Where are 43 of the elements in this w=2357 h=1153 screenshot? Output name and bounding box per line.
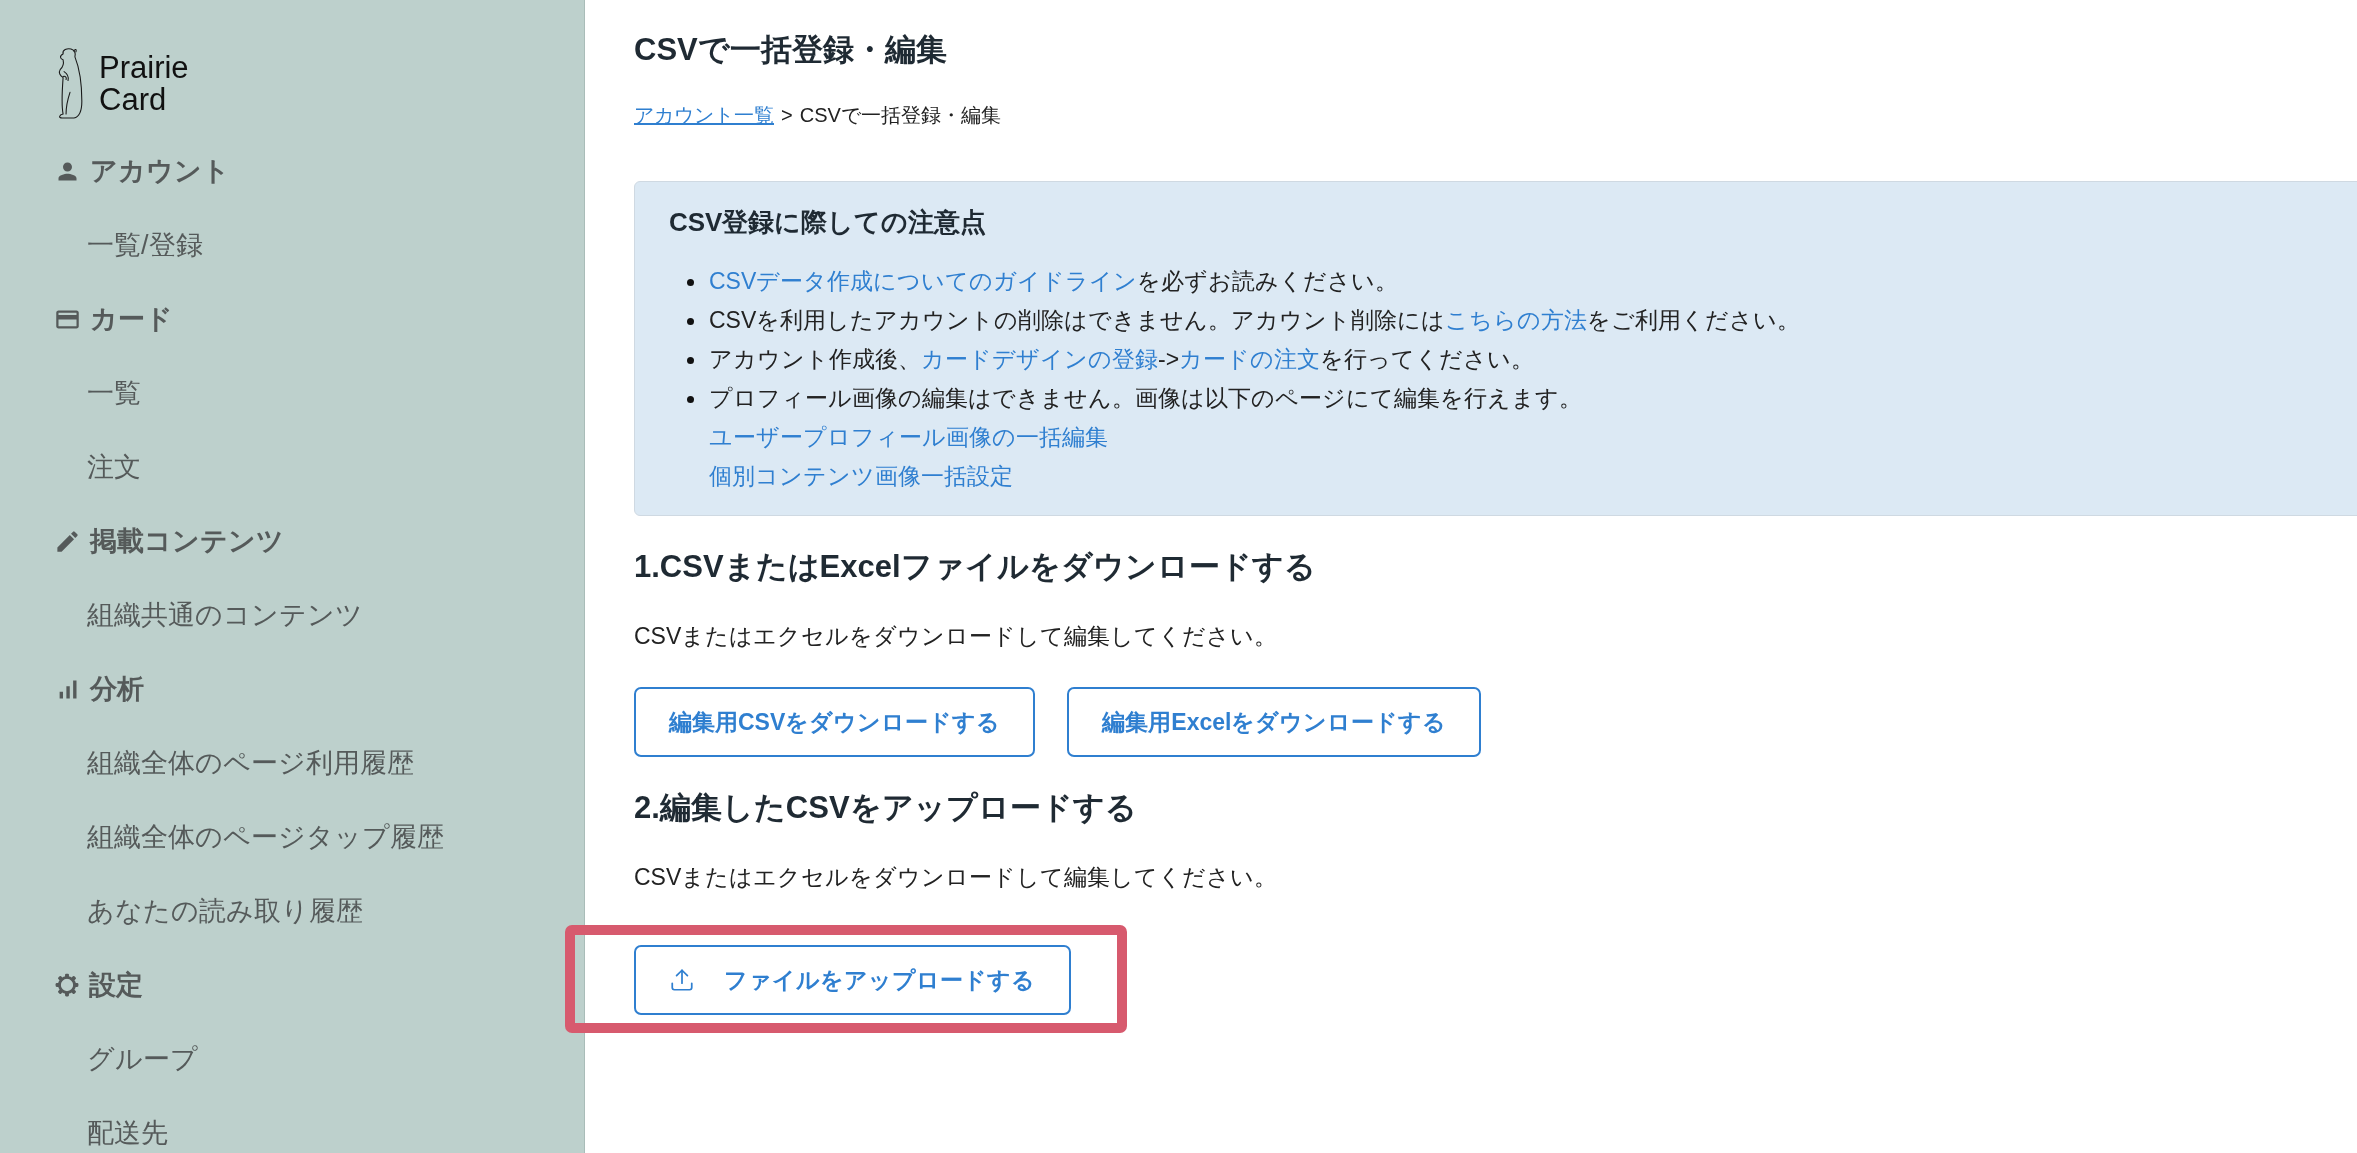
nav-item[interactable]: 組織共通のコンテンツ [87,598,363,632]
nav-item[interactable]: 組織全体のページタップ履歴 [87,820,444,854]
nav-item[interactable]: 配送先 [87,1116,168,1150]
notice-link[interactable]: ユーザープロフィール画像の一括編集 [709,418,1108,457]
nav-section-heading: カード [90,303,173,336]
notice-title: CSV登録に際しての注意点 [669,206,987,239]
nav-section-heading: アカウント [90,155,230,188]
bullet-icon [687,396,694,403]
notice-link[interactable]: こちらの方法 [1445,307,1588,333]
bullet-icon [687,279,694,286]
breadcrumb-current: CSVで一括登録・編集 [799,103,1001,128]
download-button[interactable]: 編集用CSVをダウンロードする [634,687,1036,757]
nav-item[interactable]: 一覧/登録 [87,228,203,262]
notice-link[interactable]: 個別コンテンツ画像一括設定 [709,457,1013,496]
bullet-icon [687,318,694,325]
notice-text: プロフィール画像の編集はできません。画像は以下のページにて編集を行えます。 [709,385,1582,411]
nav-section-heading: 分析 [90,673,144,706]
notice-link[interactable]: カードの注文 [1179,346,1321,372]
notice-text: CSVを利用したアカウントの削除はできません。アカウント削除には こちらの方法をご利用ください。 [709,307,1801,333]
nav-item[interactable]: あなたの読み取り履歴 [87,894,363,928]
upload-icon [669,967,695,993]
nav-item[interactable]: 組織全体のページ利用履歴 [87,746,414,780]
upload-button[interactable]: ファイルをアップロードする [634,945,1071,1015]
settings-icon [54,972,80,998]
bullet-icon [687,357,694,364]
notice-link[interactable]: カードデザインの登録 [921,346,1158,372]
nav-section-heading: 設定 [89,969,143,1002]
notice-text: アカウント作成後、カードデザインの登録->カードの注文を行ってください。 [709,346,1535,372]
notice-link[interactable]: CSVデータ作成についてのガイドライン [709,268,1138,294]
breadcrumb-link[interactable]: アカウント一覧 [634,101,774,129]
nav-item[interactable]: 注文 [87,450,141,484]
nav-section-heading: 掲載コンテンツ [90,525,284,558]
notice-text: CSVデータ作成についてのガイドライン を必ずお読みください。 [709,268,1399,294]
nav-item[interactable]: グループ [87,1042,198,1076]
nav-item[interactable]: 一覧 [87,376,141,410]
section-heading: 2.編集したCSVをアップロードする [634,789,1137,827]
section-description: CSVまたはエクセルをダウンロードして編集してください。 [634,622,1278,651]
section-description: CSVまたはエクセルをダウンロードして編集してください。 [634,863,1278,892]
logo-text[interactable]: Prairie Card [99,51,189,116]
breadcrumb-separator: > [781,103,793,128]
download-button[interactable]: 編集用Excelをダウンロードする [1067,687,1482,757]
page-title: CSVで一括登録・編集 [634,31,947,69]
section-heading: 1.CSVまたはExcelファイルをダウンロードする [634,548,1316,586]
